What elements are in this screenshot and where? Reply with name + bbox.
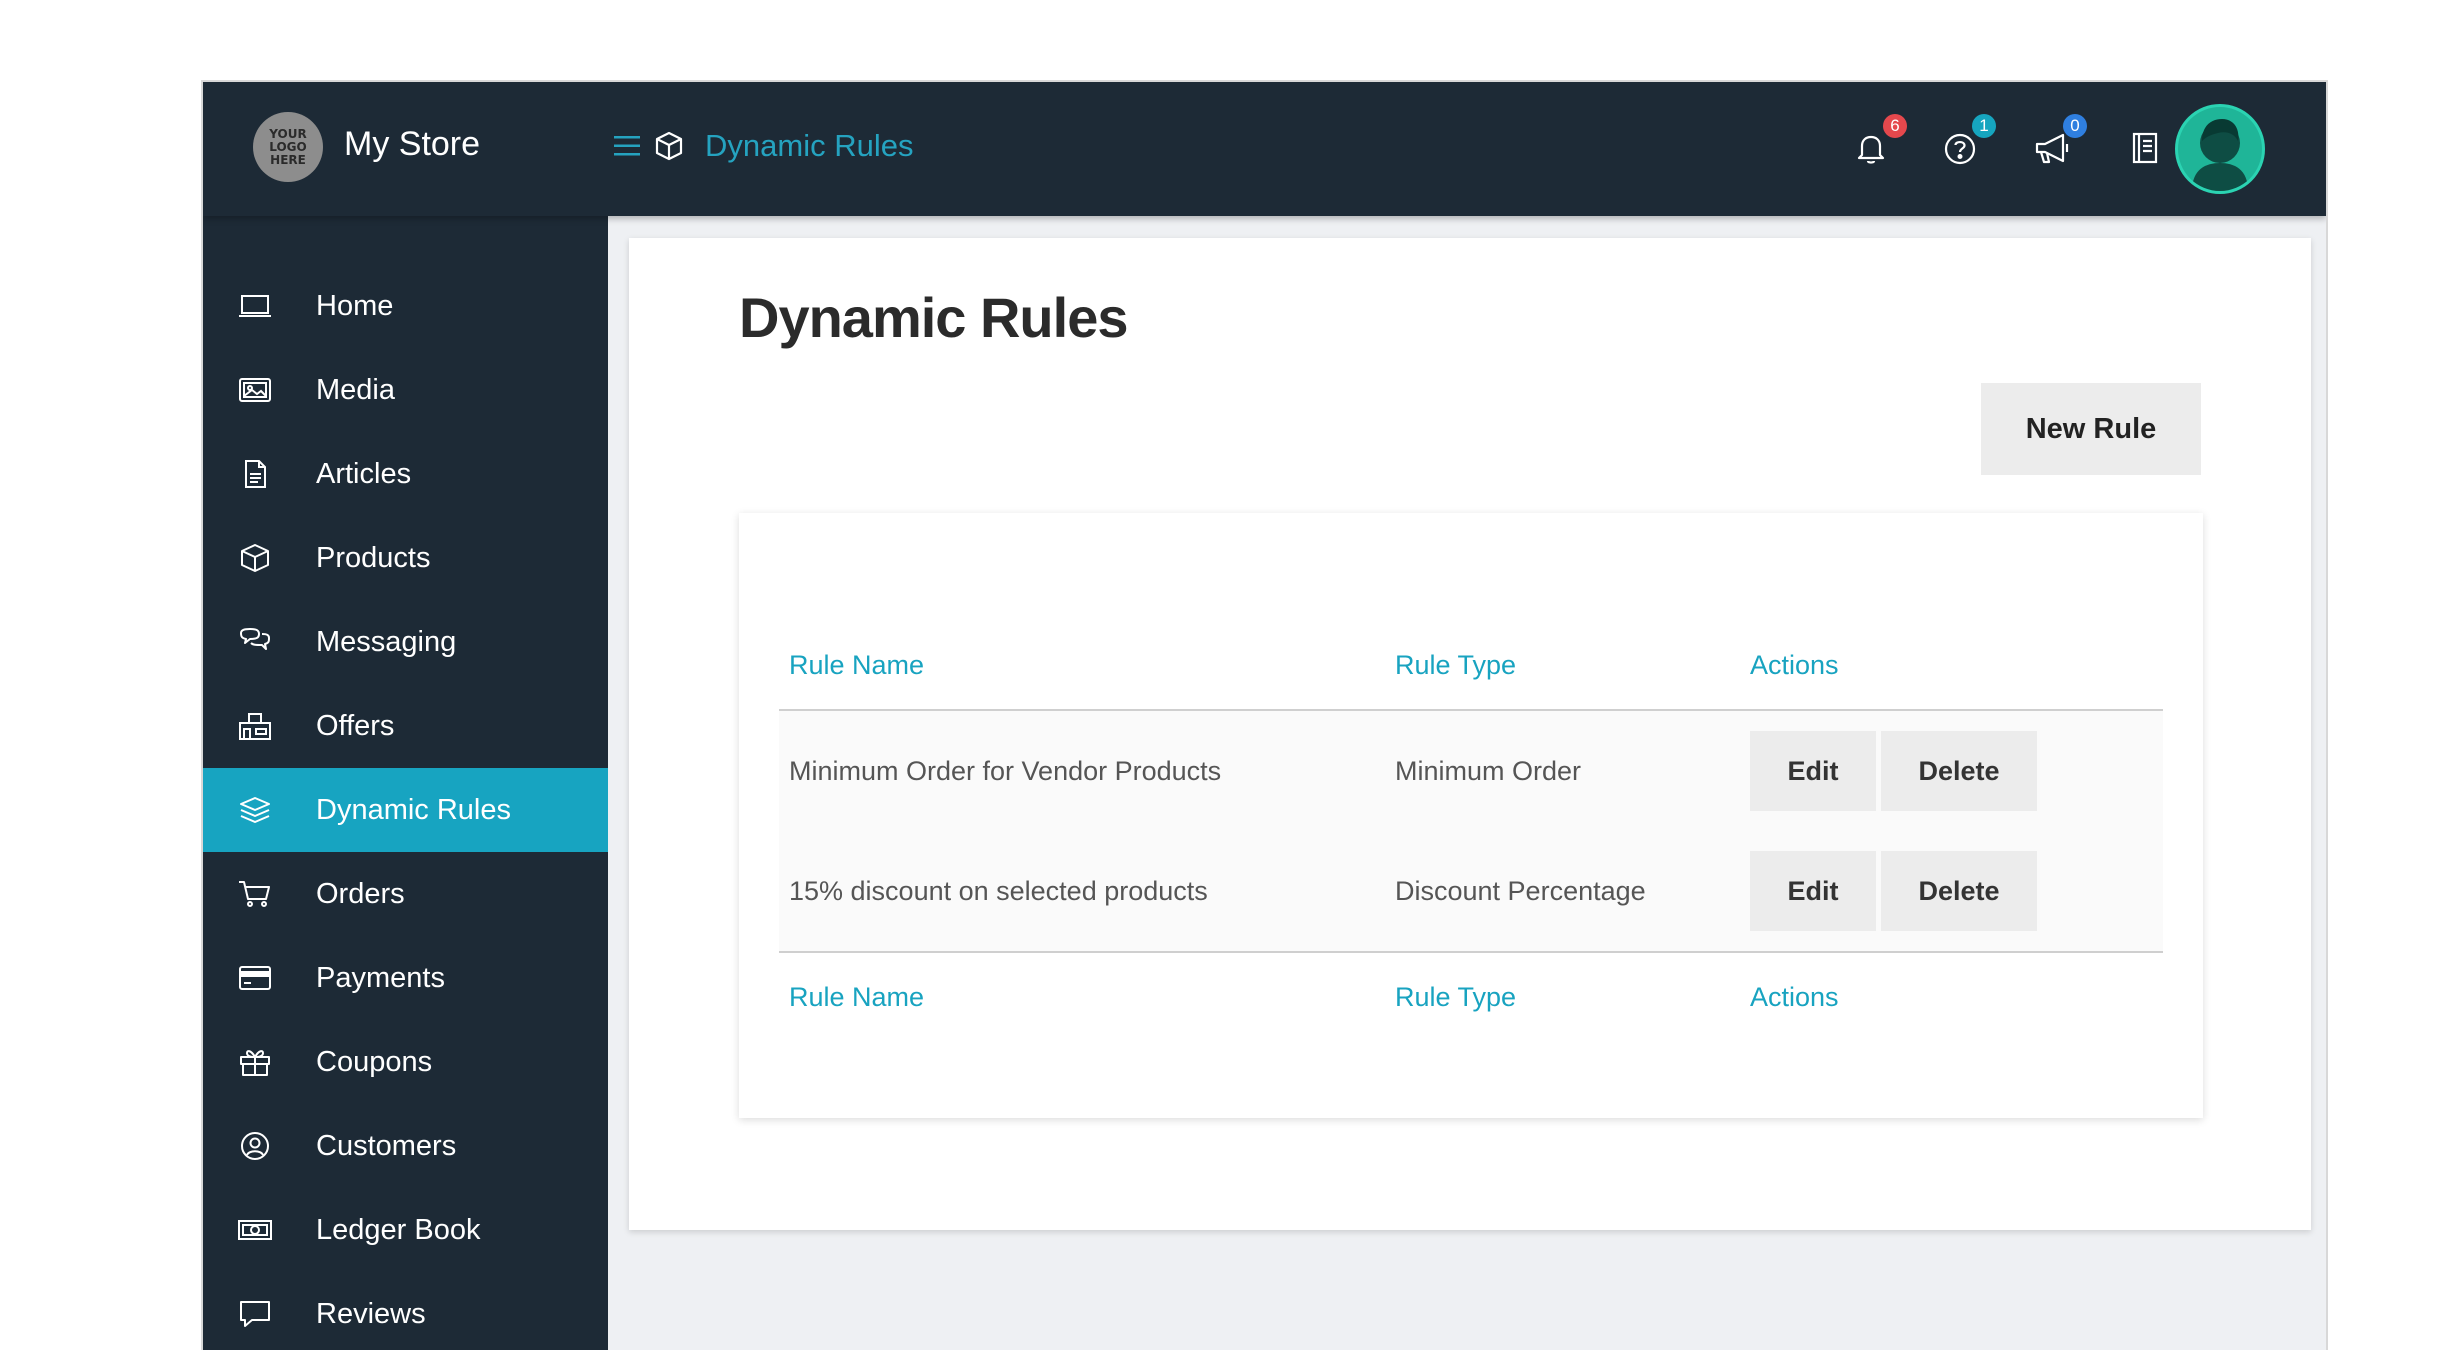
store-name[interactable]: My Store	[344, 122, 480, 166]
edit-button[interactable]: Edit	[1750, 731, 1876, 811]
user-avatar[interactable]	[2175, 104, 2265, 194]
rule-name-cell: Minimum Order for Vendor Products	[789, 756, 1222, 786]
box-icon	[241, 544, 269, 572]
bell-icon	[1857, 135, 1885, 164]
column-footer-rule-type[interactable]: Rule Type	[1395, 979, 1516, 1015]
store-logo[interactable]: YOUR LOGO HERE	[253, 112, 323, 182]
help-button[interactable]: 1	[1942, 114, 1996, 168]
footer-divider	[779, 951, 2163, 953]
sidebar: Home Media Articles Products Messaging O…	[203, 216, 608, 1350]
column-footer-actions: Actions	[1750, 982, 1839, 1012]
gift-icon	[240, 1050, 270, 1076]
sidebar-item-label: Home	[316, 290, 394, 322]
sidebar-item-label: Coupons	[316, 1046, 433, 1078]
delete-button[interactable]: Delete	[1881, 851, 2037, 931]
sidebar-item-offers[interactable]: Offers	[203, 684, 608, 768]
box-icon	[655, 131, 683, 161]
edit-button[interactable]: Edit	[1750, 851, 1876, 931]
book-icon	[2132, 132, 2158, 164]
logo-text: YOUR LOGO HERE	[269, 126, 307, 167]
app-window: YOUR LOGO HERE My Store Dynamic Rules 6	[201, 80, 2328, 1350]
docs-button[interactable]	[2130, 130, 2168, 168]
sidebar-item-articles[interactable]: Articles	[203, 432, 608, 516]
column-footer-rule-name[interactable]: Rule Name	[789, 979, 924, 1015]
user-circle-icon	[241, 1132, 269, 1160]
layers-icon	[240, 797, 270, 823]
sidebar-item-messaging[interactable]: Messaging	[203, 600, 608, 684]
rule-type-cell: Discount Percentage	[1395, 876, 1646, 906]
sidebar-item-label: Customers	[316, 1130, 457, 1162]
sidebar-item-label: Media	[316, 374, 395, 406]
announcements-button[interactable]: 0	[2033, 114, 2087, 168]
page-title: Dynamic Rules	[739, 286, 1128, 349]
top-bar: YOUR LOGO HERE My Store Dynamic Rules 6	[203, 82, 2326, 216]
sidebar-item-label: Dynamic Rules	[316, 794, 511, 826]
sidebar-item-orders[interactable]: Orders	[203, 852, 608, 936]
sidebar-item-customers[interactable]: Customers	[203, 1104, 608, 1188]
new-rule-button[interactable]: New Rule	[1981, 383, 2201, 475]
credit-card-icon	[239, 966, 271, 990]
store-icon	[239, 713, 271, 740]
sidebar-item-label: Offers	[316, 710, 395, 742]
column-header-rule-name[interactable]: Rule Name	[789, 647, 924, 683]
sidebar-item-dynamic-rules[interactable]: Dynamic Rules	[203, 768, 608, 852]
rules-table: Rule Name Rule Type Actions Minimum Orde…	[739, 513, 2203, 1118]
delete-button[interactable]: Delete	[1881, 731, 2037, 811]
sidebar-item-label: Articles	[316, 458, 412, 490]
document-icon	[245, 460, 266, 488]
sidebar-item-media[interactable]: Media	[203, 348, 608, 432]
sidebar-item-payments[interactable]: Payments	[203, 936, 608, 1020]
comment-icon	[240, 1301, 270, 1327]
question-circle-icon	[1944, 133, 1976, 165]
sidebar-item-products[interactable]: Products	[203, 516, 608, 600]
column-header-actions: Actions	[1750, 650, 1839, 680]
sidebar-item-reviews[interactable]: Reviews	[203, 1272, 608, 1350]
sidebar-item-label: Payments	[316, 962, 445, 994]
sidebar-item-label: Reviews	[316, 1298, 426, 1330]
cash-icon	[238, 1220, 272, 1240]
cart-icon	[239, 881, 270, 907]
notifications-button[interactable]: 6	[1853, 114, 1907, 168]
hamburger-menu-icon[interactable]	[613, 134, 641, 158]
laptop-icon	[239, 295, 271, 317]
rule-name-cell: 15% discount on selected products	[789, 876, 1208, 906]
sidebar-item-ledger-book[interactable]: Ledger Book	[203, 1188, 608, 1272]
column-header-rule-type[interactable]: Rule Type	[1395, 647, 1516, 683]
sidebar-item-home[interactable]: Home	[203, 264, 608, 348]
sidebar-item-label: Products	[316, 542, 431, 574]
main-content: Dynamic Rules New Rule Rule Name Rule Ty…	[629, 238, 2311, 1230]
breadcrumb-title: Dynamic Rules	[705, 128, 914, 163]
chat-icon	[240, 628, 270, 650]
image-icon	[239, 378, 271, 402]
breadcrumb: Dynamic Rules	[613, 124, 913, 168]
announcements-badge: 0	[2063, 114, 2087, 138]
sidebar-item-coupons[interactable]: Coupons	[203, 1020, 608, 1104]
sidebar-item-label: Messaging	[316, 626, 457, 658]
help-badge: 1	[1972, 114, 1996, 138]
sidebar-item-label: Orders	[316, 878, 405, 910]
sidebar-item-label: Ledger Book	[316, 1214, 481, 1246]
rule-type-cell: Minimum Order	[1395, 756, 1582, 786]
notifications-badge: 6	[1883, 114, 1907, 138]
user-avatar-icon	[2192, 119, 2248, 191]
